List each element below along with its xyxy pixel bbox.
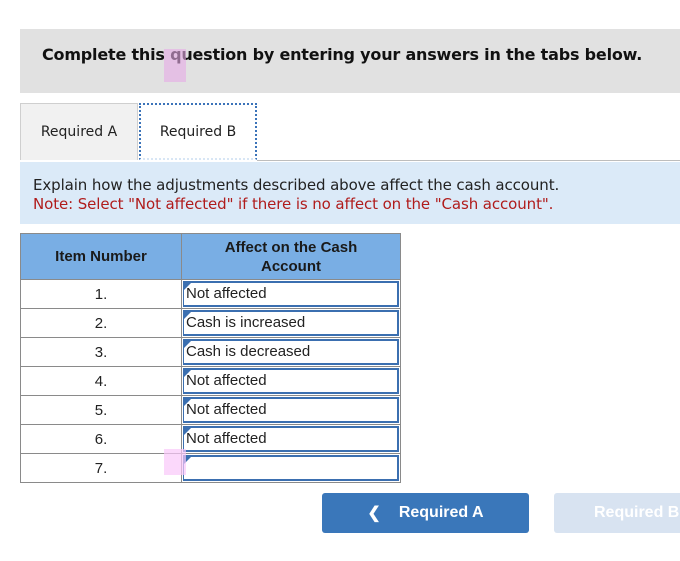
affect-value: Not affected — [186, 401, 267, 418]
tab-required-a[interactable]: Required A — [20, 103, 138, 160]
affect-value: Not affected — [186, 372, 267, 389]
affect-dropdown[interactable] — [183, 455, 399, 481]
item-number: 4. — [20, 366, 182, 396]
tab-divider — [257, 160, 680, 161]
table-row: 1. Not affected — [20, 279, 401, 309]
affect-dropdown[interactable]: Cash is increased — [183, 310, 399, 336]
next-button-label: Required B — [594, 504, 680, 521]
dropdown-indicator-icon — [184, 312, 191, 319]
affect-dropdown[interactable]: Not affected — [183, 397, 399, 423]
affect-value: Not affected — [186, 285, 267, 302]
item-number: 5. — [20, 395, 182, 425]
instructions-note: Note: Select "Not affected" if there is … — [33, 195, 554, 213]
table-row: 3. Cash is decreased — [20, 337, 401, 367]
previous-required-a-button[interactable]: ❮ Required A — [322, 493, 529, 533]
item-number: 6. — [20, 424, 182, 454]
affect-value: Cash is increased — [186, 314, 306, 331]
affect-value: Cash is decreased — [186, 343, 311, 360]
question-header: Complete this question by entering your … — [20, 29, 680, 93]
table-row: 2. Cash is increased — [20, 308, 401, 338]
affect-cell — [181, 453, 401, 483]
affect-dropdown[interactable]: Not affected — [183, 368, 399, 394]
affect-value: Not affected — [186, 430, 267, 447]
next-required-b-button[interactable]: Required B — [554, 493, 680, 533]
table-row: 4. Not affected — [20, 366, 401, 396]
dropdown-indicator-icon — [184, 370, 191, 377]
affect-dropdown[interactable]: Not affected — [183, 281, 399, 307]
instructions-prompt: Explain how the adjustments described ab… — [33, 176, 560, 194]
item-number: 2. — [20, 308, 182, 338]
affect-cell: Not affected — [181, 395, 401, 425]
affect-cell: Not affected — [181, 366, 401, 396]
item-number: 7. — [20, 453, 182, 483]
affect-cell: Not affected — [181, 279, 401, 309]
chevron-left-icon: ❮ — [367, 505, 381, 522]
dropdown-indicator-icon — [184, 399, 191, 406]
affect-dropdown[interactable]: Cash is decreased — [183, 339, 399, 365]
cursor-highlight — [164, 449, 186, 475]
previous-button-label: Required A — [398, 504, 484, 521]
affect-cell: Cash is increased — [181, 308, 401, 338]
table-row: 5. Not affected — [20, 395, 401, 425]
question-header-title: Complete this question by entering your … — [42, 45, 643, 64]
cursor-highlight — [164, 49, 186, 82]
dropdown-indicator-icon — [184, 283, 191, 290]
item-number: 3. — [20, 337, 182, 367]
affect-dropdown[interactable]: Not affected — [183, 426, 399, 452]
table-header-row: Item Number Affect on the Cash Account — [20, 233, 401, 280]
dropdown-indicator-icon — [184, 341, 191, 348]
table-row: 6. Not affected — [20, 424, 401, 454]
table-row: 7. — [20, 453, 401, 483]
affect-cell: Cash is decreased — [181, 337, 401, 367]
header-affect-cash-label: Affect on the Cash Account — [224, 238, 358, 275]
item-number: 1. — [20, 279, 182, 309]
instructions-panel: Explain how the adjustments described ab… — [20, 162, 680, 224]
dropdown-indicator-icon — [184, 428, 191, 435]
answer-table: Item Number Affect on the Cash Account 1… — [20, 233, 401, 483]
tab-required-b[interactable]: Required B — [139, 103, 257, 160]
affect-cell: Not affected — [181, 424, 401, 454]
header-item-number: Item Number — [20, 233, 182, 280]
header-affect-cash: Affect on the Cash Account — [181, 233, 401, 280]
